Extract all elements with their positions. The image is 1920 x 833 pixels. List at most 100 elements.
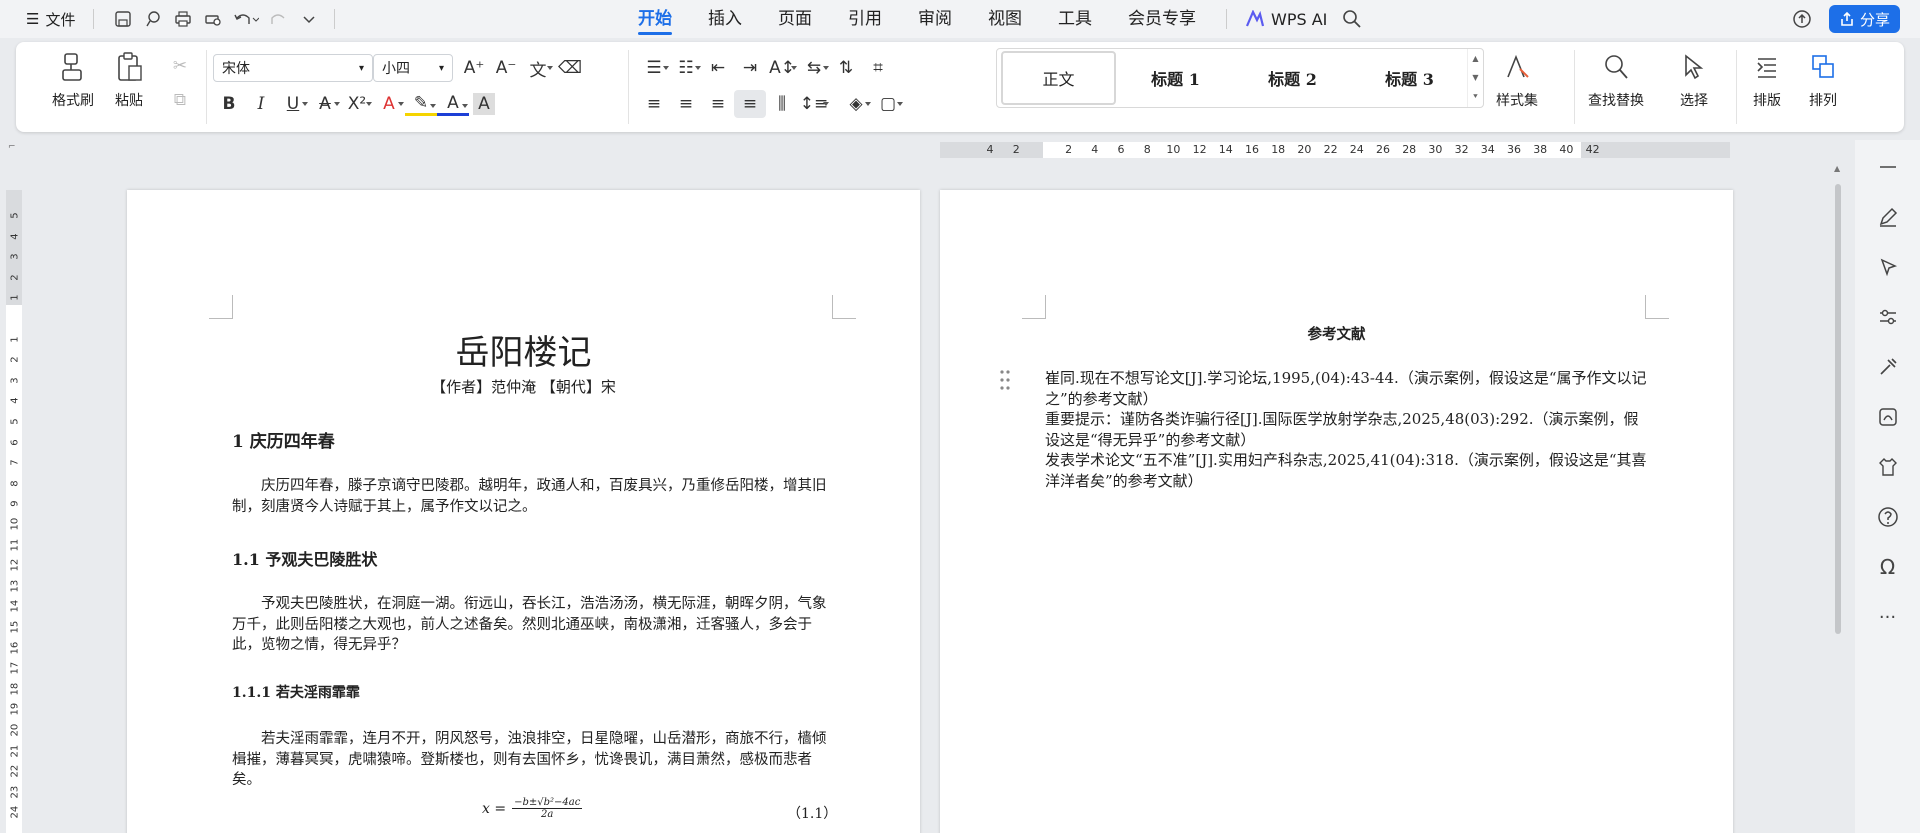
tab-references[interactable]: 引用 [848, 0, 882, 38]
omega-icon[interactable]: Ω [1873, 552, 1903, 582]
help-icon[interactable] [1873, 502, 1903, 532]
bold-icon[interactable]: B [213, 90, 245, 118]
text-direction-icon[interactable]: A↕ [766, 54, 798, 82]
scroll-up-icon[interactable]: ▲ [1834, 164, 1840, 173]
scrollbar-thumb[interactable] [1835, 184, 1841, 634]
italic-icon[interactable]: I [245, 90, 277, 118]
style-normal[interactable]: 正文 [1001, 51, 1116, 105]
heading-1[interactable]: 1 庆历四年春 [232, 427, 335, 452]
distributed-icon[interactable]: ⫼ [766, 90, 798, 118]
tab-review[interactable]: 审阅 [918, 0, 952, 38]
equation[interactable]: x = −b±√b²−4ac 2a [482, 797, 583, 820]
bullet-list-icon[interactable]: ☰ [638, 54, 670, 82]
tab-insert[interactable]: 插入 [708, 0, 742, 38]
print-preview-icon[interactable] [200, 6, 226, 32]
style-gallery-scroll[interactable]: ▲ ▼ ⯆ [1467, 49, 1483, 107]
select-button[interactable]: 选择 [1677, 50, 1711, 110]
cursor-icon[interactable] [1873, 252, 1903, 282]
share-button[interactable]: 分享 [1828, 5, 1900, 33]
line-spacing-icon[interactable]: ↕≡ [798, 90, 830, 118]
tab-page[interactable]: 页面 [778, 0, 812, 38]
tab-tools[interactable]: 工具 [1058, 0, 1092, 38]
more-icon[interactable]: ··· [1873, 602, 1903, 632]
style-set-button[interactable]: 样式集 [1496, 50, 1538, 110]
arrange-button[interactable]: 排列 [1806, 50, 1840, 110]
numbered-list-icon[interactable]: ☷ [670, 54, 702, 82]
paragraph[interactable]: 若夫淫雨霏霏，连月不开，阴风怒号，浊浪排空，日星隐曜，山岳潜形，商旅不行，樯倾楫… [232, 729, 832, 791]
wps-ai-button[interactable]: WPS AI [1245, 10, 1327, 29]
expand-icon[interactable]: ⯆ [1472, 92, 1478, 102]
vertical-scrollbar[interactable]: ▲ [1832, 160, 1844, 833]
shading-icon[interactable]: ◈ [840, 90, 872, 118]
pen-icon[interactable] [1873, 202, 1903, 232]
clear-format-icon[interactable]: ⌫ [554, 54, 586, 82]
save-icon[interactable] [110, 6, 136, 32]
chevron-down-icon[interactable] [296, 6, 322, 32]
document-subtitle[interactable]: 【作者】范仲淹 【朝代】宋 [127, 376, 920, 397]
print-icon[interactable] [170, 6, 196, 32]
highlight-icon[interactable]: ✎ [405, 92, 437, 116]
tab-start[interactable]: 开始 [638, 0, 672, 38]
sliders-icon[interactable] [1873, 302, 1903, 332]
tools-icon[interactable] [1873, 352, 1903, 382]
cloud-upload-icon[interactable] [1789, 6, 1815, 32]
font-size-value: 小四 [382, 61, 410, 77]
justify-icon[interactable]: ≡ [734, 90, 766, 118]
superscript-icon[interactable]: X² [341, 90, 373, 118]
minimize-panel-icon[interactable] [1873, 152, 1903, 182]
paragraph[interactable]: 庆历四年春，滕子京谪守巴陵郡。越明年，政通人和，百废具兴，乃重修岳阳楼，增其旧制… [232, 476, 832, 517]
vertical-ruler[interactable]: 5 4 3 2 1 1 2 3 4 5 6 7 8 9 10 11 12 13 14 15 16 17 18 19 20 21 22… [6, 190, 22, 833]
document-page-1[interactable]: 岳阳楼记 【作者】范仲淹 【朝代】宋 1 庆历四年春 庆历四年春，滕子京谪守巴陵… [127, 190, 920, 833]
style-heading-2[interactable]: 标题 2 [1235, 51, 1350, 105]
font-size-select[interactable]: 小四 ▾ [373, 54, 453, 82]
align-left-icon[interactable]: ≡ [638, 90, 670, 118]
search-icon[interactable] [1339, 6, 1365, 32]
decrease-font-icon[interactable]: A⁻ [490, 54, 522, 82]
show-marks-icon[interactable]: ⌗ [862, 54, 894, 82]
align-right-icon[interactable]: ≡ [702, 90, 734, 118]
format-painter-button[interactable]: 格式刷 [52, 50, 94, 110]
file-menu-button[interactable]: ☰ 文件 [20, 5, 81, 33]
tab-member[interactable]: 会员专享 [1128, 0, 1196, 38]
drag-handle-icon[interactable] [1000, 369, 1010, 391]
cut-icon[interactable]: ✂ [164, 52, 196, 80]
align-center-icon[interactable]: ≡ [670, 90, 702, 118]
paragraph[interactable]: 予观夫巴陵胜状，在洞庭一湖。衔远山，吞长江，浩浩汤汤，横无际涯，朝晖夕阴，气象万… [232, 594, 832, 656]
tab-view[interactable]: 视图 [988, 0, 1022, 38]
redo-icon[interactable] [266, 6, 292, 32]
references-list[interactable]: 崔同.现在不想写论文[J].学习论坛,1995,(04):43-44.（演示案例… [1045, 368, 1650, 491]
decrease-indent-icon[interactable]: ⇤ [702, 54, 734, 82]
chevron-up-icon[interactable]: ▲ [1472, 54, 1478, 63]
sort-icon[interactable]: ⇅ [830, 54, 862, 82]
style-heading-1[interactable]: 标题 1 [1118, 51, 1233, 105]
layout-button[interactable]: 排版 [1750, 50, 1784, 110]
increase-indent-icon[interactable]: ⇥ [734, 54, 766, 82]
font-color-icon[interactable]: A [437, 92, 469, 116]
font-name-select[interactable]: 宋体 ▾ [213, 54, 373, 82]
convert-icon[interactable]: ⇆ [798, 54, 830, 82]
text-effect-icon[interactable]: A [373, 90, 405, 118]
char-shading-icon[interactable]: A [473, 93, 495, 115]
style-heading-3[interactable]: 标题 3 [1352, 51, 1467, 105]
copy-icon[interactable]: ⧉ [164, 86, 196, 114]
chevron-down-icon[interactable]: ▼ [1472, 73, 1478, 82]
heading-2[interactable]: 1.1 予观夫巴陵胜状 [232, 546, 377, 570]
strikethrough-icon[interactable]: A [309, 90, 341, 118]
share-link-icon[interactable] [140, 6, 166, 32]
references-title[interactable]: 参考文献 [940, 323, 1733, 344]
paste-button[interactable]: 粘贴 [112, 50, 146, 110]
document-page-2[interactable]: 参考文献 崔同.现在不想写论文[J].学习论坛,1995,(04):43-44.… [940, 190, 1733, 833]
tab-stop-selector[interactable]: ⌐ [8, 142, 18, 152]
horizontal-ruler[interactable]: 4 2 2 4 6 8 10 12 14 16 18 20 22 24 26 28 30 32 34 36 38 40 42 [940, 142, 1730, 158]
shirt-icon[interactable] [1873, 452, 1903, 482]
find-replace-button[interactable]: 查找替换 [1588, 50, 1644, 110]
increase-font-icon[interactable]: A⁺ [458, 54, 490, 82]
template-icon[interactable] [1873, 402, 1903, 432]
phonetic-guide-icon[interactable]: 文 [522, 54, 554, 82]
heading-3[interactable]: 1.1.1 若夫淫雨霏霏 [232, 682, 360, 702]
border-icon[interactable]: ▢ [872, 90, 904, 118]
ruler-mark: 20 [1297, 143, 1312, 156]
undo-icon[interactable] [230, 6, 262, 32]
underline-icon[interactable]: U [277, 90, 309, 118]
document-title[interactable]: 岳阳楼记 [127, 325, 920, 374]
